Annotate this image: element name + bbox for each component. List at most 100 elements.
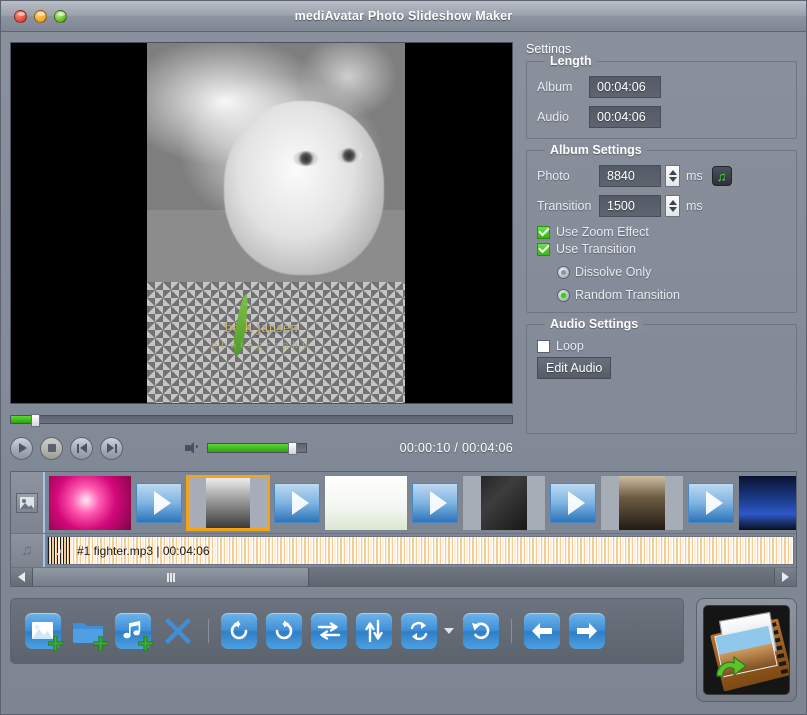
- audio-settings-legend: Audio Settings: [545, 317, 644, 331]
- random-transition-row[interactable]: Random Transition: [537, 288, 786, 302]
- white-tulips-thumbnail[interactable]: [324, 474, 408, 531]
- stop-icon: [47, 444, 56, 452]
- transition-marker[interactable]: [412, 482, 458, 523]
- chevron-down-icon[interactable]: [444, 628, 454, 634]
- dissolve-only-row[interactable]: Dissolve Only: [537, 265, 786, 279]
- add-music-button[interactable]: [115, 613, 153, 651]
- transport-controls: 00:00:10 / 00:04:06: [10, 435, 513, 461]
- scroll-left-button[interactable]: [11, 568, 33, 586]
- transition-marker[interactable]: [274, 482, 320, 523]
- volume-handle[interactable]: [288, 442, 297, 455]
- scrollbar-thumb[interactable]: [33, 568, 309, 586]
- photo-duration-label: Photo: [537, 169, 570, 183]
- loop-checkbox[interactable]: [537, 339, 550, 353]
- seek-fill: [11, 415, 33, 423]
- photo-duration-stepper[interactable]: [665, 165, 680, 187]
- length-group-legend: Length: [545, 54, 597, 68]
- speaker-icon[interactable]: [185, 441, 199, 455]
- next-button[interactable]: [100, 436, 123, 460]
- night-building-thumbnail[interactable]: [738, 474, 796, 531]
- timecode-display: 00:00:10 / 00:04:06: [399, 441, 513, 455]
- play-icon: [18, 443, 27, 453]
- length-group: Length Album 00:04:06 Audio 00:04:06: [526, 54, 797, 139]
- move-left-button[interactable]: [524, 613, 560, 649]
- window-title: mediAvatar Photo Slideshow Maker: [294, 9, 513, 23]
- plus-badge-icon: [138, 636, 153, 651]
- editing-toolbar: [10, 598, 684, 664]
- delete-button[interactable]: [160, 613, 196, 649]
- move-right-button[interactable]: [569, 613, 605, 649]
- flip-vertical-button[interactable]: [356, 613, 392, 649]
- seek-bar-row: [10, 413, 513, 427]
- dark-portrait-thumbnail[interactable]: [462, 474, 546, 531]
- audio-clip-label: #1 fighter.mp3 | 00:04:06: [77, 543, 210, 558]
- preview-image-eye-left: [293, 151, 320, 167]
- use-zoom-effect-label: Use Zoom Effect: [556, 225, 649, 239]
- child-portrait-thumbnail[interactable]: [186, 474, 270, 531]
- volume-slider[interactable]: [207, 442, 307, 455]
- add-folder-button[interactable]: [70, 613, 108, 651]
- transition-duration-label: Transition: [537, 199, 592, 213]
- use-transition-row[interactable]: Use Transition: [537, 242, 786, 256]
- build-slideshow-icon: [703, 605, 790, 695]
- reset-button[interactable]: [463, 613, 499, 649]
- audio-track-header: ♫: [11, 534, 45, 567]
- seek-slider[interactable]: [10, 413, 513, 427]
- music-sync-button[interactable]: ♫: [711, 166, 732, 186]
- photo-track[interactable]: [45, 472, 796, 533]
- bottom-bar: [10, 598, 797, 702]
- previous-button[interactable]: [70, 436, 93, 460]
- dissolve-only-label: Dissolve Only: [575, 265, 652, 279]
- use-zoom-effect-checkbox[interactable]: [537, 225, 550, 239]
- preview-player[interactable]: beth jansen photography: [10, 42, 513, 404]
- loop-label: Loop: [556, 339, 584, 353]
- plus-badge-icon: [93, 636, 108, 651]
- dissolve-only-radio[interactable]: [557, 265, 570, 279]
- stop-button[interactable]: [40, 436, 63, 460]
- photo-duration-unit: ms: [686, 169, 703, 183]
- album-length-label: Album: [537, 80, 573, 94]
- use-zoom-effect-row[interactable]: Use Zoom Effect: [537, 225, 786, 239]
- transition-marker[interactable]: [688, 482, 734, 523]
- scroll-right-button[interactable]: [774, 568, 796, 586]
- rotate-right-button[interactable]: [266, 613, 302, 649]
- transition-duration-input[interactable]: 1500: [599, 195, 661, 217]
- orchid-flower-thumbnail[interactable]: [48, 474, 132, 531]
- app-window: mediAvatar Photo Slideshow Maker beth ja…: [0, 0, 807, 715]
- settings-panel: Settings Length Album 00:04:06 Audio 00:…: [526, 42, 797, 461]
- letterbox-right: [249, 477, 267, 528]
- album-length-row: Album 00:04:06: [537, 76, 786, 98]
- transition-button[interactable]: [401, 613, 437, 649]
- seek-handle[interactable]: [31, 413, 40, 427]
- audio-length-label: Audio: [537, 110, 569, 124]
- use-transition-label: Use Transition: [556, 242, 636, 256]
- preview-image-eye-right: [336, 147, 363, 163]
- rotate-left-button[interactable]: [221, 613, 257, 649]
- green-arrow-icon: [716, 655, 747, 677]
- letterbox-left: [463, 475, 482, 530]
- timeline-scrollbar[interactable]: [11, 568, 796, 586]
- album-settings-group: Album Settings Photo 8840 ms ♫ Transitio…: [526, 143, 797, 313]
- build-slideshow-button[interactable]: [696, 598, 797, 702]
- loop-row[interactable]: Loop: [537, 339, 786, 353]
- timeline: ♫ ♪ #1 fighter.mp3 | 00:04:06: [10, 471, 797, 587]
- letterbox-right: [526, 475, 545, 530]
- previous-icon: [76, 443, 87, 453]
- transition-duration-stepper[interactable]: [665, 195, 680, 217]
- flip-horizontal-button[interactable]: [311, 613, 347, 649]
- edit-audio-row: Edit Audio: [537, 357, 786, 379]
- plus-badge-icon: [48, 636, 63, 651]
- add-photo-button[interactable]: [25, 613, 63, 651]
- transition-marker[interactable]: [550, 482, 596, 523]
- woman-portrait-thumbnail[interactable]: [600, 474, 684, 531]
- preview-image: [147, 43, 405, 403]
- toolbar-separator: [511, 619, 512, 643]
- audio-clip[interactable]: ♪ #1 fighter.mp3 | 00:04:06: [47, 536, 794, 565]
- use-transition-checkbox[interactable]: [537, 242, 550, 256]
- play-button[interactable]: [10, 436, 33, 460]
- edit-audio-button[interactable]: Edit Audio: [537, 357, 612, 379]
- photo-duration-input[interactable]: 8840: [599, 165, 661, 187]
- image-icon: [16, 492, 38, 513]
- transition-marker[interactable]: [136, 482, 182, 523]
- random-transition-radio[interactable]: [557, 288, 570, 302]
